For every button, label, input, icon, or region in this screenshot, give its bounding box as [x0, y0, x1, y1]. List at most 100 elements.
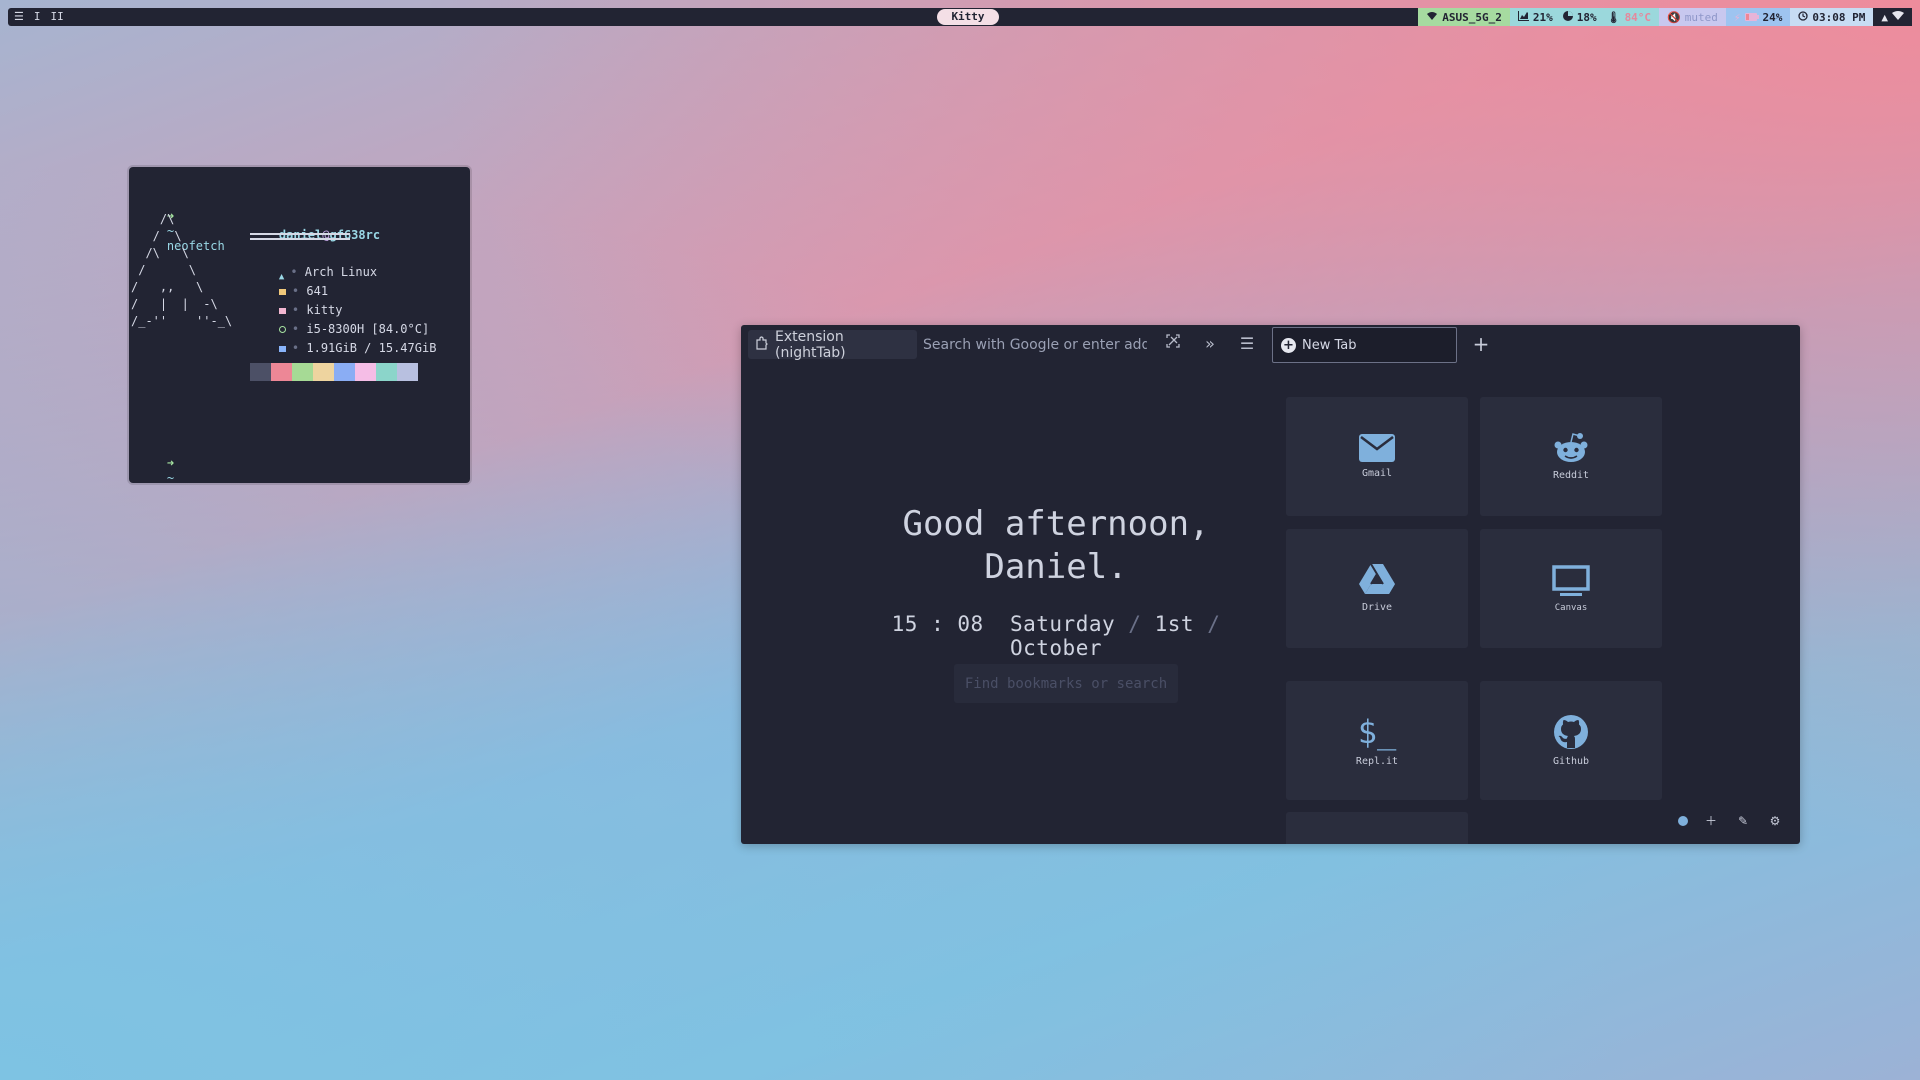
clock-colon: : — [931, 612, 945, 636]
menu-icon[interactable]: ☰ — [1235, 332, 1259, 356]
browser-toolbar: Extension (nightTab) » ☰ + New Tab + — [741, 325, 1800, 363]
bookmark-tile-replit[interactable]: $_ Repl.it — [1286, 681, 1468, 800]
hamburger-icon[interactable]: ☰ — [14, 8, 24, 26]
palette-swatch — [313, 363, 334, 381]
date-day: Saturday — [1009, 612, 1116, 636]
date-slash: / — [1207, 612, 1221, 636]
tile-label: Github — [1552, 756, 1590, 767]
pie-icon — [1562, 10, 1573, 24]
clock-minutes: 08 — [957, 612, 984, 636]
header-underline — [250, 233, 350, 235]
memory-icon — [278, 345, 286, 352]
bolt-icon: ⚡ — [1733, 10, 1741, 24]
palette-swatch — [355, 363, 376, 381]
monitor-icon — [1552, 564, 1590, 597]
ascii-line: /\ — [131, 212, 175, 226]
tile-label: Gmail — [1361, 468, 1393, 479]
wifi-module[interactable]: ASUS_5G_2 — [1418, 8, 1510, 26]
edit-pencil-icon[interactable]: ✎ — [1734, 812, 1752, 830]
battery-level: 24% — [1762, 10, 1783, 24]
bookmark-search-input[interactable] — [954, 664, 1178, 703]
drive-icon — [1359, 564, 1395, 596]
bookmark-tile-drive[interactable]: Drive — [1286, 529, 1468, 648]
tab-new-tab[interactable]: + New Tab — [1272, 327, 1457, 363]
extension-label: Extension (nightTab) — [775, 328, 846, 361]
power-menu-icon[interactable] — [1892, 10, 1904, 24]
info-separator: • — [291, 341, 300, 355]
info-text: 1.91GiB / 15.47GiB — [306, 341, 437, 355]
palette-swatch — [292, 363, 313, 381]
palette-swatch — [334, 363, 355, 381]
settings-gear-icon[interactable]: ⚙ — [1766, 812, 1784, 830]
bookmark-tile-canvas[interactable]: Canvas — [1480, 529, 1662, 648]
date-time: 15 : 08 Saturday / 1st / October — [886, 612, 1226, 660]
window-title: Kitty — [937, 9, 999, 25]
tab-title: New Tab — [1302, 337, 1357, 353]
screenshot-icon[interactable] — [1161, 332, 1185, 356]
palette-swatch — [376, 363, 397, 381]
clock-time: 03:08 PM — [1812, 10, 1866, 24]
envelope-icon — [1359, 434, 1395, 462]
greeting: Good afternoon, Daniel. — [886, 503, 1226, 589]
ascii-line: / | | -\ — [131, 297, 218, 311]
prompt-arrow: ➜ — [166, 456, 175, 470]
date-date: 1st — [1154, 612, 1195, 636]
tile-label: Canvas — [1554, 602, 1588, 613]
github-icon — [1553, 714, 1589, 750]
tile-label: Repl.it — [1355, 756, 1399, 767]
palette-swatch — [250, 363, 271, 381]
ascii-line: /_-'' ''-_\ — [131, 314, 233, 328]
overflow-chevrons-icon[interactable]: » — [1198, 332, 1222, 356]
header-underline — [250, 238, 350, 240]
greeting-line: Good afternoon, — [902, 504, 1210, 544]
memory-usage: 18% — [1576, 10, 1597, 24]
prompt-line[interactable]: ➜ ~ — [138, 441, 174, 501]
bookmark-tile-reddit[interactable]: Reddit — [1480, 397, 1662, 516]
ascii-line: /\ \ — [131, 246, 189, 260]
battery-icon — [1744, 11, 1759, 24]
arch-icon[interactable]: ▲ — [1881, 11, 1888, 24]
system-module[interactable]: 21% 18% 🌡 84°C — [1509, 8, 1660, 26]
volume-module[interactable]: 🔇 muted — [1659, 8, 1726, 26]
ascii-line: / \ — [131, 263, 197, 277]
new-tab-icon: + — [1281, 337, 1296, 353]
greeting-name: Daniel. — [984, 547, 1128, 587]
palette-swatch — [397, 363, 418, 381]
ascii-line: / ,, \ — [131, 280, 204, 294]
clock-icon — [1798, 10, 1809, 24]
palette-swatch — [271, 363, 292, 381]
chart-icon — [1517, 10, 1529, 24]
nighttab-controls: ＋ ✎ ⚙ — [1678, 812, 1784, 830]
bookmark-tile-github[interactable]: Github — [1480, 681, 1662, 800]
terminal-icon: $_ — [1357, 713, 1397, 751]
tray-module[interactable]: ▲ — [1873, 8, 1912, 26]
status-bar: ☰ I II Kitty ASUS_5G_2 21% 18% 🌡 84°C 🔇 … — [8, 8, 1912, 26]
theme-accent-button[interactable] — [1678, 816, 1688, 826]
muted-speaker-icon: 🔇 — [1667, 10, 1681, 24]
browser-window[interactable]: Extension (nightTab) » ☰ + New Tab + Goo… — [741, 325, 1800, 844]
date-month: October — [1009, 636, 1102, 660]
address-bar[interactable] — [917, 330, 1147, 359]
battery-module[interactable]: ⚡ 24% — [1725, 8, 1791, 26]
thermometer-icon: 🌡 — [1606, 10, 1621, 24]
clock-module[interactable]: 03:08 PM — [1790, 8, 1874, 26]
workspace-1[interactable]: I — [34, 8, 41, 26]
wifi-ssid: ASUS_5G_2 — [1442, 10, 1502, 24]
bookmark-tile-gmail[interactable]: Gmail — [1286, 397, 1468, 516]
ascii-line: / \ — [131, 229, 182, 243]
cpu-usage: 21% — [1532, 10, 1553, 24]
add-bookmark-icon[interactable]: ＋ — [1702, 812, 1720, 830]
workspace-2[interactable]: II — [51, 8, 64, 26]
extension-chip[interactable]: Extension (nightTab) — [748, 328, 917, 361]
terminal-window[interactable]: ➜ ~ neofetch /\ / \ /\ \ / \ / ,, \ / | … — [129, 167, 470, 485]
tile-label: Reddit — [1552, 470, 1590, 481]
reddit-icon — [1553, 432, 1589, 464]
puzzle-icon — [756, 335, 769, 354]
date-slash: / — [1128, 612, 1142, 636]
wifi-icon — [1426, 11, 1438, 24]
volume-status: muted — [1684, 10, 1718, 24]
bookmark-tile-partial[interactable] — [1286, 812, 1468, 844]
clock-hours: 15 — [891, 612, 918, 636]
add-tab-button[interactable]: + — [1469, 332, 1493, 356]
prompt-dir: ~ — [166, 471, 175, 485]
